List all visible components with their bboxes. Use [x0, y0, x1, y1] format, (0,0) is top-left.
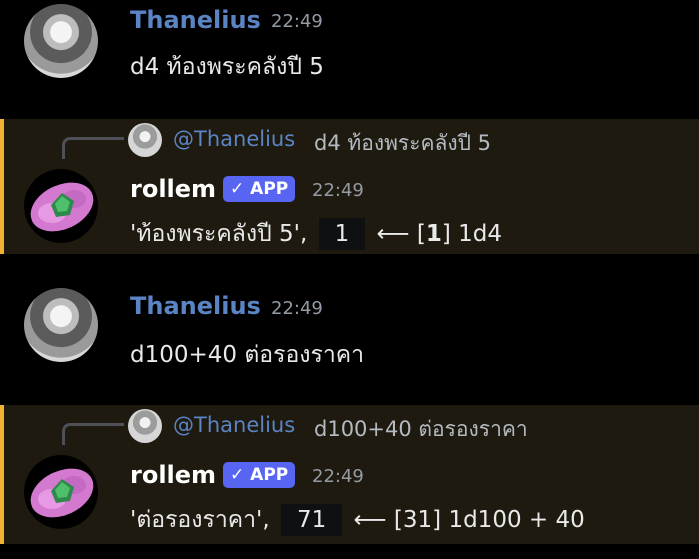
roll-detail-open: [ [416, 221, 426, 247]
reply-mention[interactable]: @Thanelius [173, 127, 295, 151]
checkmark-icon: ✓ [230, 465, 245, 485]
timestamp: 22:49 [271, 298, 323, 319]
username[interactable]: Thanelius [130, 292, 261, 320]
app-badge-label: APP [250, 179, 289, 199]
message-rollem-2: @Thanelius d100+40 ต่อรองราคา rollem ✓ A… [0, 405, 699, 544]
roll-value: 1 [425, 221, 442, 247]
dice-notation: 1d100 + 40 [448, 507, 585, 533]
reply-spine [62, 423, 124, 445]
dice-notation: 1d4 [458, 221, 503, 247]
roll-total: 71 [281, 504, 343, 536]
checkmark-icon: ✓ [230, 179, 245, 199]
app-badge: ✓ APP [223, 176, 296, 202]
timestamp: 22:49 [271, 11, 323, 32]
bot-avatar-image [30, 468, 94, 518]
roll-label: 'ต่อรองราคา', [130, 507, 270, 533]
roll-result: 'ท้องพระคลังปี 5', 1 ⟵ [1] 1d4 [130, 216, 502, 252]
roll-label: 'ท้องพระคลังปี 5', [130, 221, 308, 247]
reply-avatar[interactable] [128, 123, 162, 157]
timestamp: 22:49 [312, 466, 364, 487]
reply-preview-text[interactable]: d4 ท้องพระคลังปี 5 [314, 127, 491, 160]
avatar[interactable] [24, 4, 98, 78]
timestamp: 22:49 [312, 180, 364, 201]
app-badge: ✓ APP [223, 462, 296, 488]
avatar[interactable] [24, 288, 98, 362]
reply-preview-text[interactable]: d100+40 ต่อรองราคา [314, 413, 528, 446]
username[interactable]: rollem [130, 175, 216, 203]
username[interactable]: rollem [130, 461, 216, 489]
reply-spine [62, 137, 124, 159]
roll-total: 1 [318, 218, 366, 250]
avatar[interactable] [24, 455, 98, 529]
message-text: d4 ท้องพระคลังปี 5 [130, 54, 324, 80]
message-rollem-1: @Thanelius d4 ท้องพระคลังปี 5 rollem ✓ A… [0, 119, 699, 254]
avatar[interactable] [24, 169, 98, 243]
app-badge-label: APP [250, 465, 289, 485]
message-thanelius-1: Thanelius 22:49 d4 ท้องพระคลังปี 5 [0, 0, 699, 118]
roll-result: 'ต่อรองราคา', 71 ⟵ [31] 1d100 + 40 [130, 502, 585, 538]
message-thanelius-2: Thanelius 22:49 d100+40 ต่อรองราคา [0, 254, 699, 404]
roll-value: 31 [402, 507, 433, 533]
roll-detail-close: ] [432, 507, 442, 533]
bot-avatar-image [30, 182, 94, 232]
roll-detail-close: ] [441, 221, 451, 247]
message-text: d100+40 ต่อรองราคา [130, 342, 365, 368]
reply-mention[interactable]: @Thanelius [173, 413, 295, 437]
reply-avatar[interactable] [128, 409, 162, 443]
arrow-icon: ⟵ [353, 507, 387, 533]
username[interactable]: Thanelius [130, 6, 261, 34]
arrow-icon: ⟵ [376, 221, 410, 247]
roll-detail-open: [ [393, 507, 403, 533]
